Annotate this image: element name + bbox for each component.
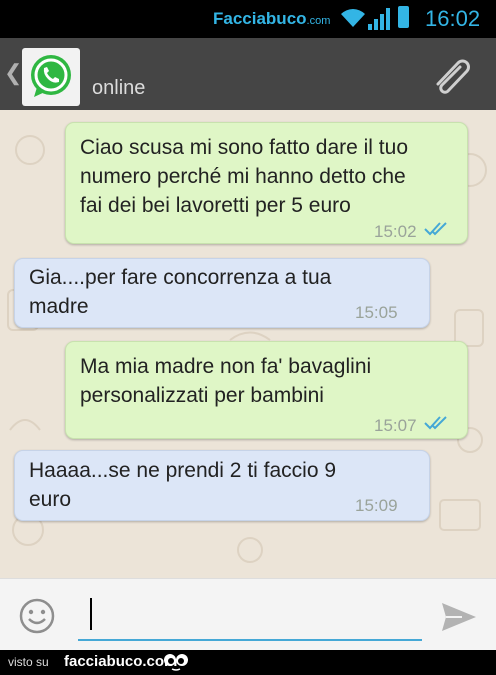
paperclip-icon[interactable] (430, 54, 476, 96)
send-icon[interactable] (440, 601, 478, 633)
message-text: Ciao scusa mi sono fatto dare il tuo num… (80, 136, 409, 217)
status-brand-main: Facciabuco (213, 9, 307, 28)
message-bubble-outgoing[interactable]: Ma mia madre non fa' bavaglini personali… (65, 341, 468, 439)
footer-brand: facciabuco.com (64, 653, 178, 670)
message-bubble-incoming[interactable]: Gia....per fare concorrenza a tua madre … (14, 258, 430, 328)
status-brand: Facciabuco.com (213, 9, 330, 29)
read-ticks-icon (424, 416, 447, 430)
message-text: Ma mia madre non fa' bavaglini personali… (80, 355, 372, 407)
message-input[interactable] (78, 597, 422, 641)
signal-icon (368, 8, 390, 30)
avatar[interactable] (22, 48, 80, 106)
text-cursor (90, 598, 92, 630)
message-time: 15:05 (355, 303, 398, 322)
smiley-icon[interactable] (18, 597, 56, 635)
message-text: Haaaa...se ne prendi 2 ti faccio 9 euro (29, 459, 337, 511)
message-bubble-outgoing[interactable]: Ciao scusa mi sono fatto dare il tuo num… (65, 122, 468, 244)
battery-icon (398, 6, 409, 28)
back-icon[interactable]: ❮ (4, 60, 22, 86)
whatsapp-logo-icon (31, 55, 71, 97)
contact-status: online (92, 77, 146, 99)
footer-prefix: visto su (8, 655, 49, 669)
message-text: Gia....per fare concorrenza a tua madre (29, 266, 332, 318)
read-ticks-icon (424, 222, 447, 236)
conversation[interactable]: Ciao scusa mi sono fatto dare il tuo num… (0, 110, 496, 578)
message-time: 15:09 (355, 496, 398, 515)
status-time: 16:02 (425, 6, 481, 31)
chat-header: ❮ online (0, 38, 496, 110)
message-bubble-incoming[interactable]: Haaaa...se ne prendi 2 ti faccio 9 euro … (14, 450, 430, 521)
message-composer (0, 578, 496, 651)
message-time: 15:07 (374, 416, 417, 435)
message-time: 15:02 (374, 222, 417, 241)
status-bar: Facciabuco.com 16:02 (0, 0, 496, 38)
watermark-footer: visto su facciabuco.com (0, 650, 496, 675)
status-brand-suffix: .com (306, 15, 331, 27)
wifi-icon (341, 9, 365, 27)
eyes-logo-icon (164, 654, 188, 671)
